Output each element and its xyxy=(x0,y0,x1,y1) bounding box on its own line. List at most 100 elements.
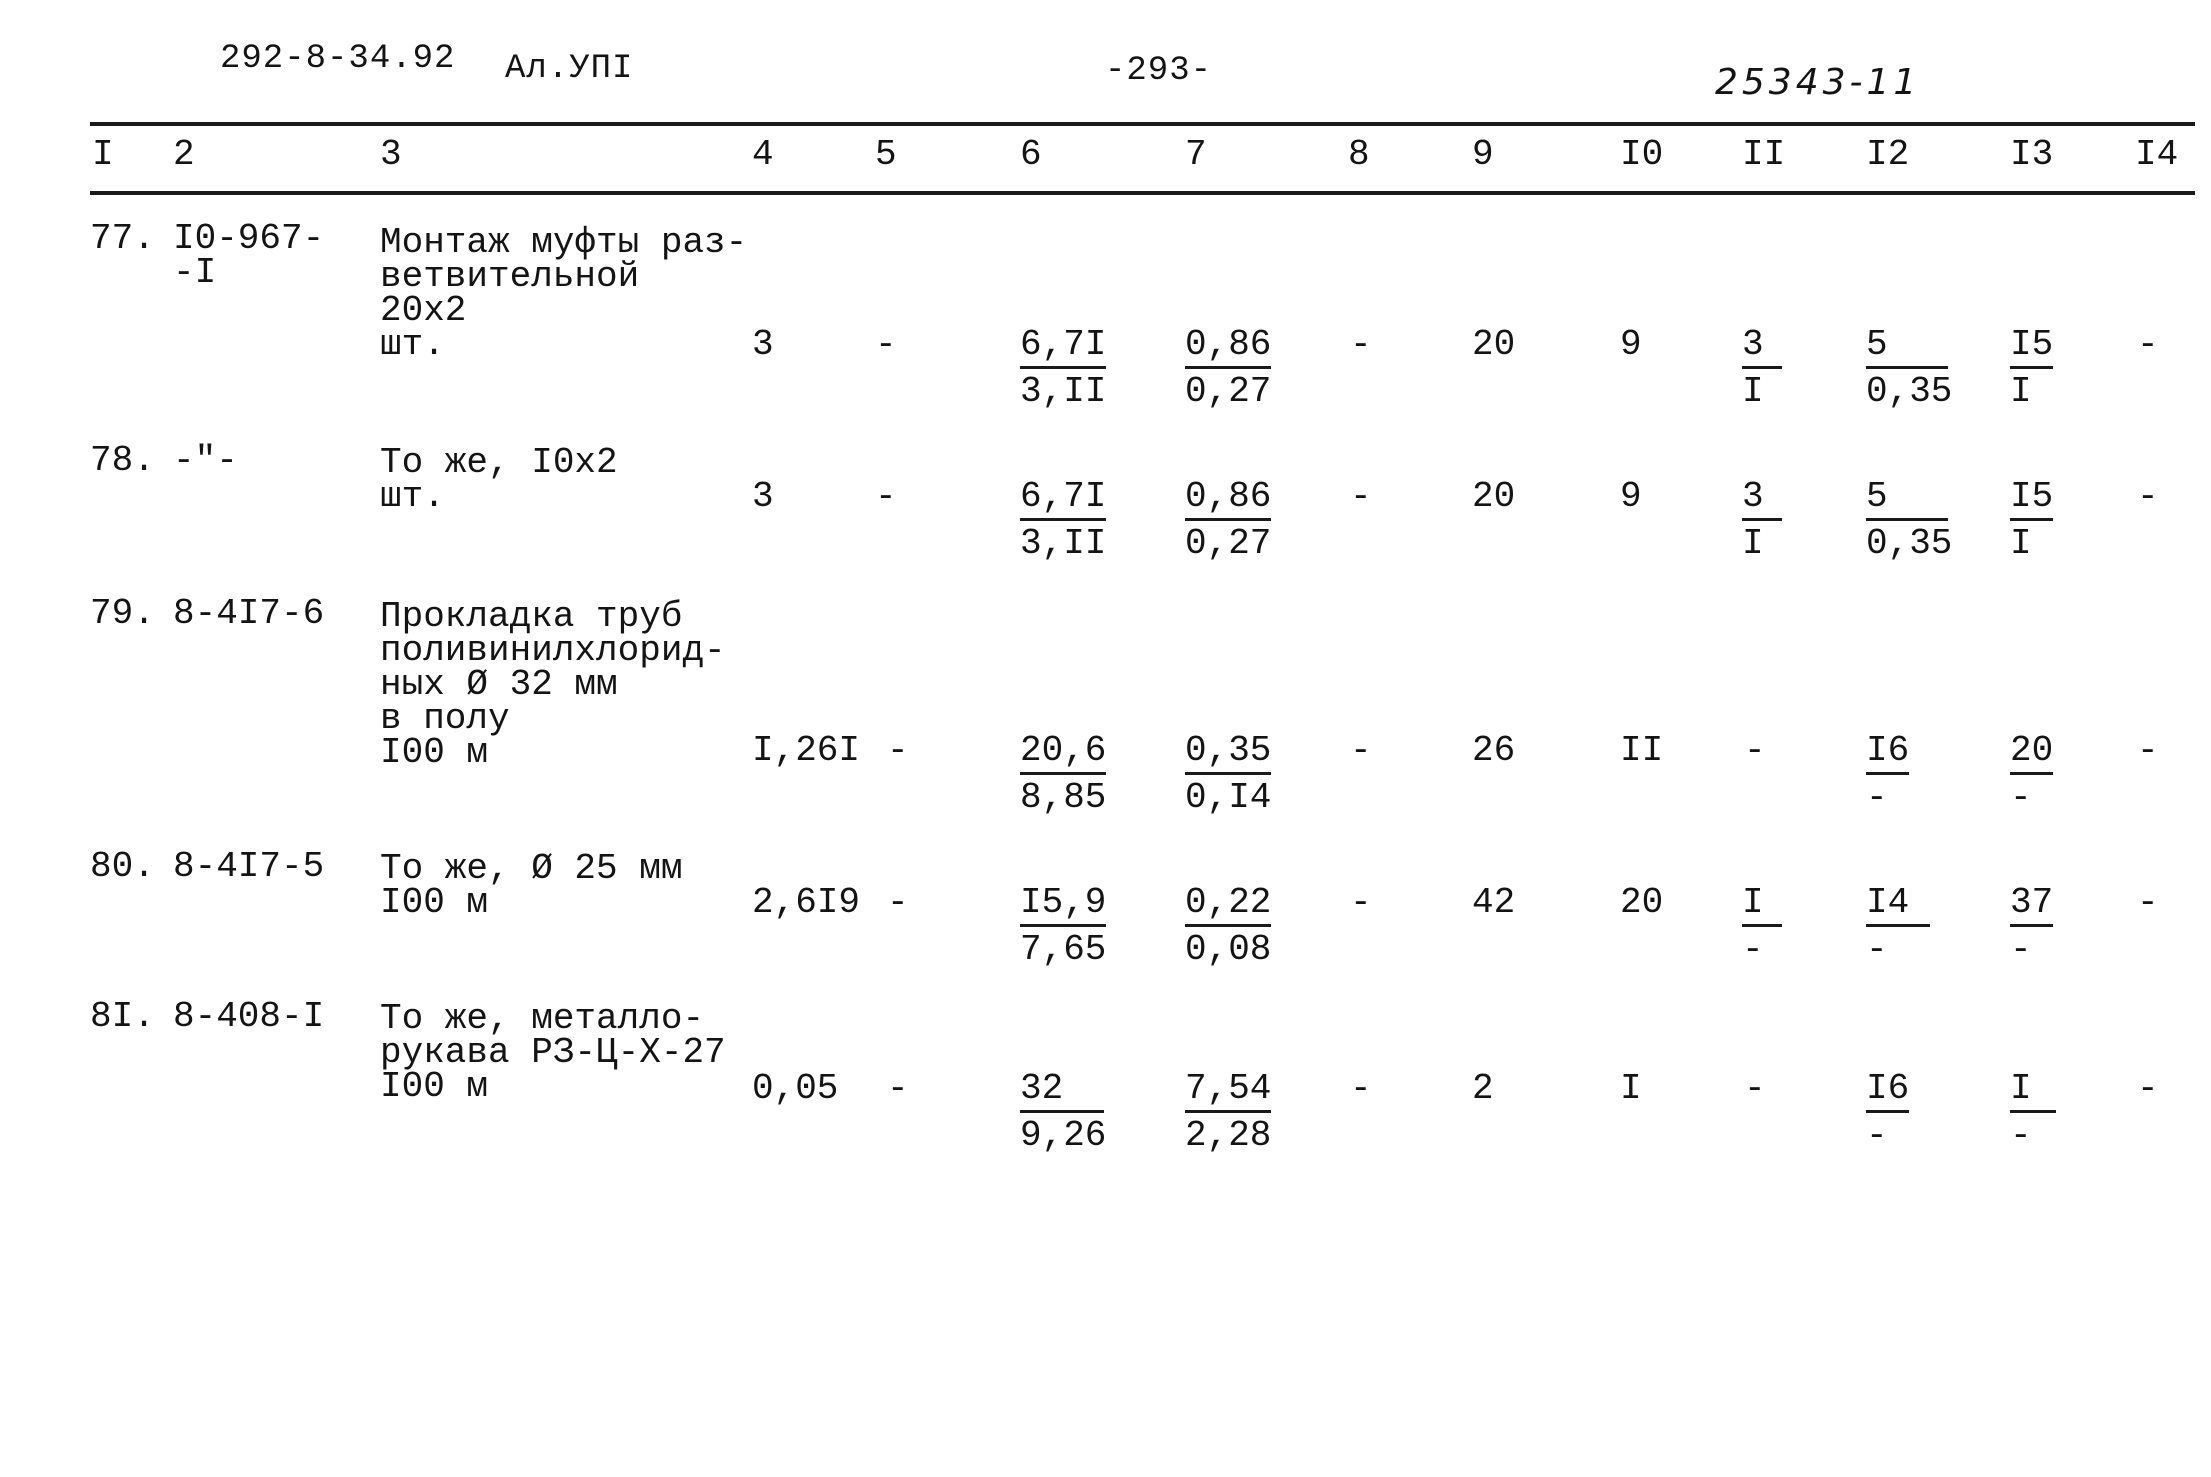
fraction-bottom: 7,65 xyxy=(1020,929,1107,970)
col5-value: - xyxy=(887,730,909,771)
col11-fraction: 3I xyxy=(1742,479,1782,564)
fraction-top: 0,22 xyxy=(1185,885,1272,927)
fraction-top: 5 xyxy=(1866,479,1948,521)
fraction-top: 3 xyxy=(1742,327,1782,369)
col5-value: - xyxy=(875,324,897,365)
col8-value: - xyxy=(1350,476,1372,517)
fraction-bottom: I xyxy=(1742,523,1764,564)
fraction-bottom: - xyxy=(2010,929,2032,970)
col-header-2: 2 xyxy=(173,134,195,175)
rate-code: 8-4I7-6 xyxy=(173,593,325,634)
col12-fraction: 5 0,35 xyxy=(1866,327,1953,412)
work-description: Монтаж муфты раз- ветвительной 20х2 шт. xyxy=(380,222,748,365)
fraction-top: 6,7I xyxy=(1020,327,1107,369)
col8-value: - xyxy=(1350,730,1372,771)
col-header-12: I2 xyxy=(1866,134,1910,175)
fraction-top: 7,54 xyxy=(1185,1071,1272,1113)
col13-fraction: 37- xyxy=(2010,885,2054,970)
col11-value: - xyxy=(1744,1068,1766,1109)
fraction-bottom: - xyxy=(1742,929,1764,970)
fraction-top: I xyxy=(1742,885,1782,927)
col6-fraction: 6,7I 3,II xyxy=(1020,327,1107,412)
rate-code: -"- xyxy=(173,440,238,481)
col10-value: II xyxy=(1620,730,1664,771)
row-number: 80. xyxy=(90,846,155,887)
col9-value: 26 xyxy=(1472,730,1516,771)
col-header-5: 5 xyxy=(875,134,897,175)
fraction-bottom: 3,II xyxy=(1020,371,1107,412)
col14-value: - xyxy=(2137,324,2159,365)
fraction-top: I6 xyxy=(1866,733,1910,775)
table-top-rule xyxy=(90,122,2195,126)
handwritten-number: 25343-11 xyxy=(1715,62,1921,103)
col12-fraction: I6- xyxy=(1866,1071,1910,1154)
fraction-top: 0,86 xyxy=(1185,479,1272,521)
fraction-top: 0,86 xyxy=(1185,327,1272,369)
col5-value: - xyxy=(887,882,909,923)
col6-fraction: 6,7I 3,II xyxy=(1020,479,1107,564)
col-header-7: 7 xyxy=(1185,134,1207,175)
fraction-bottom: 0,35 xyxy=(1866,371,1953,412)
album-label: Ал.УПI xyxy=(505,50,634,88)
fraction-bottom: 0,27 xyxy=(1185,371,1272,412)
rate-code: I0-967- -I xyxy=(173,218,325,293)
page-number: -293- xyxy=(1105,52,1213,90)
col13-fraction: I5 I xyxy=(2010,327,2054,412)
fraction-top: 37 xyxy=(2010,885,2054,927)
fraction-top: I5 xyxy=(2010,327,2054,369)
fraction-bottom: I xyxy=(2010,523,2032,564)
row-number: 79. xyxy=(90,593,155,634)
work-description: Прокладка труб поливинилхлорид- ных Ø 32… xyxy=(380,596,726,773)
rate-code: 8-4I7-5 xyxy=(173,846,325,887)
col-header-6: 6 xyxy=(1020,134,1042,175)
col9-value: 20 xyxy=(1472,324,1516,365)
col9-value: 20 xyxy=(1472,476,1516,517)
fraction-top: I4 xyxy=(1866,885,1930,927)
fraction-bottom: I xyxy=(2010,371,2032,412)
work-description: То же, Ø 25 мм I00 м xyxy=(380,848,683,923)
col11-value: - xyxy=(1744,730,1766,771)
quantity: 3 xyxy=(752,324,774,365)
fraction-top: 32 xyxy=(1020,1071,1104,1113)
fraction-top: 20 xyxy=(2010,733,2054,775)
quantity: I,26I xyxy=(752,730,861,771)
fraction-bottom: 9,26 xyxy=(1020,1115,1107,1156)
fraction-bottom: 3,II xyxy=(1020,523,1107,564)
col6-fraction: 32 9,26 xyxy=(1020,1071,1107,1156)
quantity: 0,05 xyxy=(752,1068,839,1109)
col13-fraction: I5 I xyxy=(2010,479,2054,564)
rate-code: 8-408-I xyxy=(173,996,325,1037)
table-header-rule xyxy=(90,191,2195,195)
col-header-13: I3 xyxy=(2010,134,2054,175)
fraction-top: I6 xyxy=(1866,1071,1910,1113)
col13-fraction: I- xyxy=(2010,1071,2056,1154)
col8-value: - xyxy=(1350,324,1372,365)
quantity: 2,6I9 xyxy=(752,882,861,923)
fraction-bottom: 0,I4 xyxy=(1185,777,1272,818)
fraction-top: 0,35 xyxy=(1185,733,1272,775)
fraction-top: I5 xyxy=(2010,479,2054,521)
col12-fraction: 5 0,35 xyxy=(1866,479,1952,562)
work-description: То же, металло- рукава РЗ-Ц-Х-27 I00 м xyxy=(380,998,726,1107)
fraction-top: 5 xyxy=(1866,327,1948,369)
row-number: 78. xyxy=(90,440,155,481)
fraction-top: I xyxy=(2010,1071,2056,1113)
quantity: 3 xyxy=(752,476,774,517)
col12-fraction: I6- xyxy=(1866,733,1910,818)
col9-value: 2 xyxy=(1472,1068,1494,1109)
col8-value: - xyxy=(1350,882,1372,923)
work-description: То же, I0х2 шт. xyxy=(380,442,618,517)
col6-fraction: 20,6 8,85 xyxy=(1020,733,1107,818)
col5-value: - xyxy=(887,1068,909,1109)
row-number: 77. xyxy=(90,218,155,259)
fraction-bottom: 2,28 xyxy=(1185,1115,1272,1156)
col9-value: 42 xyxy=(1472,882,1516,923)
col14-value: - xyxy=(2137,730,2159,771)
fraction-bottom: - xyxy=(1866,929,1888,970)
col-header-1: I xyxy=(92,134,114,175)
fraction-top: 20,6 xyxy=(1020,733,1107,775)
fraction-bottom: 8,85 xyxy=(1020,777,1107,818)
fraction-bottom: - xyxy=(1866,777,1888,818)
col7-fraction: 7,54 2,28 xyxy=(1185,1071,1272,1156)
fraction-bottom: 0,27 xyxy=(1185,523,1272,564)
